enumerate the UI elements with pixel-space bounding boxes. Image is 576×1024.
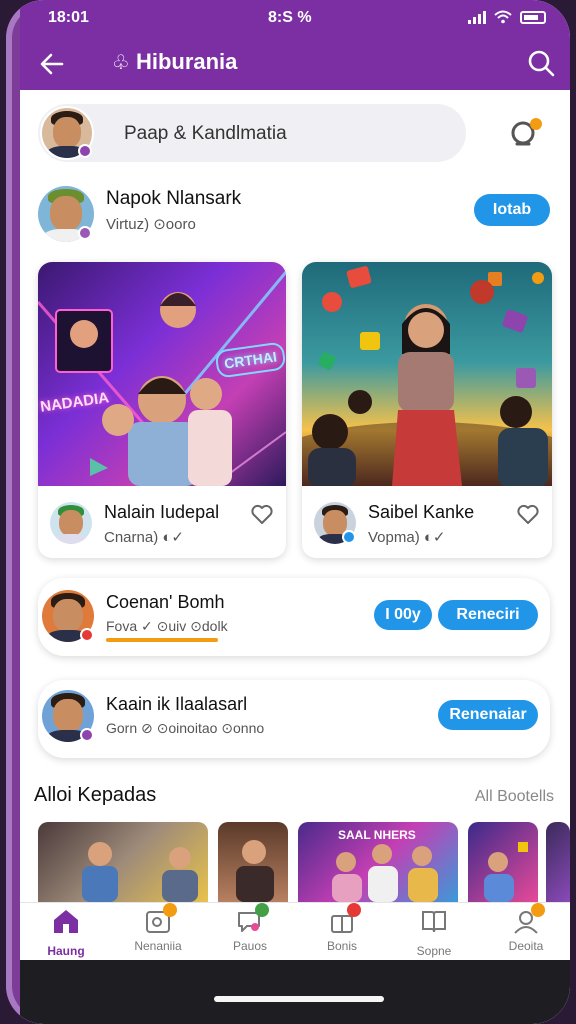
tab-badge [255, 903, 269, 917]
tab-label: Sopne [416, 944, 452, 958]
tab-shop[interactable]: Sopne [398, 907, 470, 959]
creator-highlight-underline [106, 638, 218, 642]
content-card[interactable]: Saibel Kanke Vopma) ◐✓ [302, 262, 552, 558]
creator-row[interactable]: Kaain ik Ilaalasarl Gorn ⊘ ⊙oinoitao ⊙on… [38, 680, 550, 758]
app-logo-icon: ♧ [112, 51, 130, 74]
notification-search-icon[interactable] [508, 116, 544, 152]
main-content: Paap & Kandlmatia Napok Nlansark Virtuz)… [20, 90, 570, 902]
creator-verified-badge [342, 530, 356, 544]
creator-name: Kaain ik Ilaalasarl [106, 694, 248, 714]
strip-thumbnail[interactable] [468, 822, 538, 902]
status-bar: 18:01 8:S % [20, 0, 570, 38]
creator-name: Coenan' Bomh [106, 592, 225, 612]
see-all-link[interactable]: All Bootells [475, 788, 554, 806]
subscribe-button[interactable]: Reneciri [438, 600, 538, 630]
featured-person-badge [78, 226, 92, 240]
tab-bonus[interactable]: Bonis [306, 903, 378, 959]
search-bar[interactable]: Paap & Kandlmatia [38, 104, 466, 162]
card-thumbnail[interactable] [302, 262, 552, 486]
featured-person-action-button[interactable]: Iotab [474, 194, 550, 226]
phone-frame: 18:01 8:S % ♧ Hiburania Paap & Kandlmati… [6, 0, 570, 1024]
wifi-icon [494, 10, 512, 24]
status-time: 18:01 [48, 9, 89, 26]
bottom-tab-bar: Haung Nenaniia Pauos Bonis Sopne Deoita [20, 902, 570, 960]
featured-person-row[interactable]: Napok Nlansark Virtuz) ⊙ooro Iotab [38, 182, 558, 246]
strip-thumbnail[interactable] [218, 822, 288, 902]
section-title: Alloi Kepadas [34, 784, 157, 806]
tab-badge [531, 903, 545, 917]
tab-label: Deoita [508, 939, 544, 953]
creator-status-badge [80, 728, 94, 742]
app-title: ♧ Hiburania [112, 49, 237, 75]
signal-icon [468, 10, 486, 24]
avatar-status-badge [78, 144, 92, 158]
creator-row[interactable]: Coenan' Bomh Fova ✓ ⊙uiv ⊙dolk I 00y Ren… [38, 578, 550, 656]
search-input[interactable]: Paap & Kandlmatia [124, 123, 287, 145]
screen: 18:01 8:S % ♧ Hiburania Paap & Kandlmati… [20, 0, 570, 1024]
strip-thumbnail[interactable]: SAAL NHERS [298, 822, 458, 902]
tab-label: Haung [47, 944, 85, 958]
tab-badge [163, 903, 177, 917]
heart-icon[interactable] [516, 502, 540, 526]
status-center-text: 8:S % [268, 9, 312, 26]
tab-notifications[interactable]: Nenaniia [122, 903, 194, 959]
card-title: Saibel Kanke [368, 502, 475, 522]
app-title-text: Hiburania [135, 49, 238, 74]
creator-status-badge [80, 628, 94, 642]
content-card[interactable]: NADADIA CRTHAI Nalain Iudepal Cnarna) ◐✓ [38, 262, 286, 558]
creator-sub: Fova ✓ ⊙uiv ⊙dolk [106, 618, 228, 634]
card-subtitle: Cnarna) ◐✓ [104, 529, 184, 546]
status-icons [468, 10, 546, 24]
featured-person-name: Napok Nlansark [106, 188, 242, 209]
strip-thumbnail[interactable] [546, 822, 570, 902]
tab-label: Pauos [232, 939, 268, 953]
tab-label: Bonis [326, 939, 358, 953]
tab-profile[interactable]: Deoita [490, 903, 562, 959]
card-thumbnail[interactable]: NADADIA CRTHAI [38, 262, 286, 486]
book-icon [422, 911, 446, 933]
card-title: Nalain Iudepal [104, 502, 220, 522]
tab-messages[interactable]: Pauos [214, 903, 286, 959]
card-creator-avatar[interactable] [50, 502, 92, 544]
app-bar: ♧ Hiburania [20, 38, 570, 90]
search-icon[interactable] [526, 48, 556, 78]
home-indicator[interactable] [214, 996, 384, 1002]
heart-icon[interactable] [250, 502, 274, 526]
back-arrow-icon[interactable] [38, 50, 66, 78]
battery-icon [520, 10, 546, 24]
strip-thumbnail[interactable] [38, 822, 208, 902]
tab-label: Nenaniia [134, 939, 182, 953]
follow-count-button[interactable]: I 00y [374, 600, 432, 630]
featured-person-sub: Virtuz) ⊙ooro [106, 216, 196, 233]
tab-badge [347, 903, 361, 917]
home-icon [54, 910, 78, 933]
tab-home[interactable]: Haung [30, 907, 102, 959]
creator-sub: Gorn ⊘ ⊙oinoitao ⊙onno [106, 720, 265, 736]
confetti-decoration [302, 266, 552, 486]
remind-button[interactable]: Renenaiar [438, 700, 538, 730]
card-subtitle: Vopma) ◐✓ [368, 529, 446, 546]
home-indicator-area [20, 960, 570, 1024]
